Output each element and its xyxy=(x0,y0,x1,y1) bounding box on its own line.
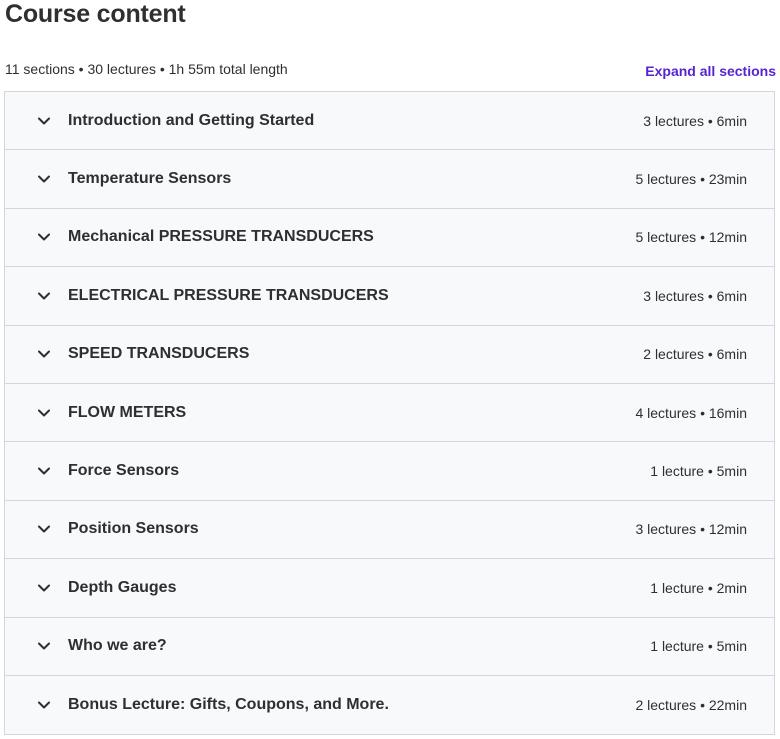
chevron-down-icon xyxy=(37,172,51,186)
section-who-we-are[interactable]: Who we are? 1 lecture • 5min xyxy=(5,617,774,676)
section-title: Position Sensors xyxy=(68,520,199,538)
section-meta: 2 lectures • 6min xyxy=(643,346,747,363)
section-temperature-sensors[interactable]: Temperature Sensors 5 lectures • 23min xyxy=(5,150,774,209)
section-meta: 2 lectures • 22min xyxy=(635,697,747,714)
section-title: Who we are? xyxy=(68,637,167,655)
section-title: FLOW METERS xyxy=(68,403,187,421)
section-depth-gauges[interactable]: Depth Gauges 1 lecture • 2min xyxy=(5,559,774,618)
chevron-down-icon xyxy=(37,230,51,244)
chevron-down-icon xyxy=(37,522,51,536)
section-title: Bonus Lecture: Gifts, Coupons, and More. xyxy=(68,696,389,714)
section-position-sensors[interactable]: Position Sensors 3 lectures • 12min xyxy=(5,500,774,560)
section-meta: 3 lectures • 6min xyxy=(643,112,747,129)
section-electrical-pressure-transducers[interactable]: ELECTRICAL PRESSURE TRANSDUCERS 3 lectur… xyxy=(5,267,774,326)
chevron-down-icon xyxy=(37,581,51,595)
course-content-panel: Course content 11 sections • 30 lectures… xyxy=(0,0,780,739)
section-flow-meters[interactable]: FLOW METERS 4 lectures • 16min xyxy=(5,383,774,443)
section-title: Force Sensors xyxy=(68,462,180,480)
section-meta: 1 lecture • 5min xyxy=(650,463,747,480)
section-meta: 5 lectures • 23min xyxy=(635,171,747,188)
section-title: ELECTRICAL PRESSURE TRANSDUCERS xyxy=(68,286,389,304)
chevron-down-icon xyxy=(37,289,51,303)
chevron-down-icon xyxy=(37,639,51,653)
section-meta: 1 lecture • 5min xyxy=(650,638,747,655)
section-introduction[interactable]: Introduction and Getting Started 3 lectu… xyxy=(5,92,774,151)
chevron-down-icon xyxy=(37,347,51,361)
page-title: Course content xyxy=(5,0,186,28)
chevron-down-icon xyxy=(37,114,51,128)
section-meta: 3 lectures • 12min xyxy=(635,521,747,538)
section-meta: 4 lectures • 16min xyxy=(635,404,747,421)
section-title: SPEED TRANSDUCERS xyxy=(68,345,250,363)
section-meta: 1 lecture • 2min xyxy=(650,579,747,596)
section-title: Introduction and Getting Started xyxy=(68,111,315,129)
chevron-down-icon xyxy=(37,464,51,478)
section-list: Introduction and Getting Started 3 lectu… xyxy=(4,91,775,736)
section-meta: 3 lectures • 6min xyxy=(643,287,747,304)
course-summary-row: 11 sections • 30 lectures • 1h 55m total… xyxy=(5,58,776,80)
section-meta: 5 lectures • 12min xyxy=(635,229,747,246)
section-title: Depth Gauges xyxy=(68,578,177,596)
chevron-down-icon xyxy=(37,406,51,420)
course-summary: 11 sections • 30 lectures • 1h 55m total… xyxy=(5,61,288,77)
section-bonus-lecture[interactable]: Bonus Lecture: Gifts, Coupons, and More.… xyxy=(5,675,774,735)
section-title: Mechanical PRESSURE TRANSDUCERS xyxy=(68,228,374,246)
section-speed-transducers[interactable]: SPEED TRANSDUCERS 2 lectures • 6min xyxy=(5,325,774,384)
chevron-down-icon xyxy=(37,698,51,712)
section-force-sensors[interactable]: Force Sensors 1 lecture • 5min xyxy=(5,442,774,501)
section-title: Temperature Sensors xyxy=(68,170,232,188)
section-mechanical-pressure-transducers[interactable]: Mechanical PRESSURE TRANSDUCERS 5 lectur… xyxy=(5,208,774,268)
expand-all-sections-button[interactable]: Expand all sections xyxy=(645,63,776,79)
